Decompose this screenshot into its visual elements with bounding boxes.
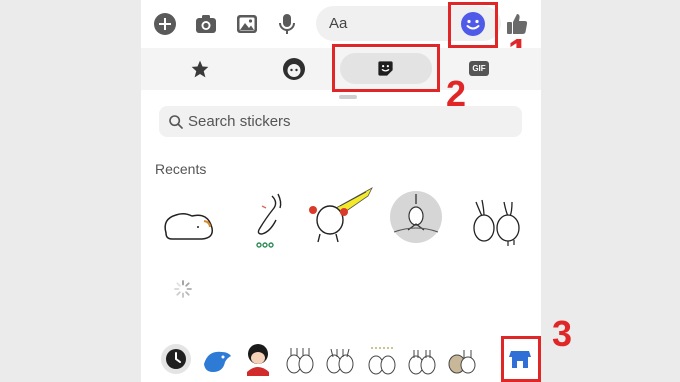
loading-spinner-icon xyxy=(174,280,192,298)
annotation-box-2 xyxy=(332,44,440,92)
message-composer: Aa xyxy=(0,0,680,48)
search-icon xyxy=(169,115,183,129)
search-placeholder: Search stickers xyxy=(188,113,291,130)
tab-gif[interactable]: GIF xyxy=(469,61,489,76)
sticker-pack-rabbits[interactable] xyxy=(407,344,437,376)
gallery-icon[interactable] xyxy=(235,12,259,36)
recent-sticker[interactable] xyxy=(160,205,216,243)
sticker-search[interactable]: Search stickers xyxy=(159,106,522,137)
left-backdrop xyxy=(0,0,141,382)
add-icon[interactable] xyxy=(153,12,177,36)
sticker-pack-rabbits[interactable] xyxy=(285,344,315,376)
annotation-number-3: 3 xyxy=(552,313,573,354)
annotation-box-1 xyxy=(448,2,498,48)
annotation-box-3 xyxy=(501,336,541,382)
recent-sticker[interactable] xyxy=(250,192,290,248)
camera-icon[interactable] xyxy=(194,12,218,36)
sticker-pack-bar xyxy=(141,338,541,382)
drag-handle[interactable] xyxy=(339,95,357,99)
sticker-pack-rabbits[interactable] xyxy=(367,344,397,376)
sticker-pack-animals[interactable] xyxy=(447,344,477,376)
recents-heading: Recents xyxy=(155,161,207,177)
recent-sticker[interactable] xyxy=(468,196,524,246)
recent-sticker[interactable] xyxy=(386,190,446,244)
recent-sticker[interactable] xyxy=(306,186,374,246)
sticker-pack-bird[interactable] xyxy=(201,346,233,374)
microphone-icon[interactable] xyxy=(275,12,299,36)
clock-icon[interactable] xyxy=(161,344,191,374)
star-icon[interactable] xyxy=(190,59,210,79)
sticker-pack-character[interactable] xyxy=(241,342,275,376)
avatar-icon[interactable] xyxy=(282,57,306,81)
sticker-pack-rabbits[interactable] xyxy=(325,344,355,376)
message-placeholder: Aa xyxy=(329,15,348,32)
